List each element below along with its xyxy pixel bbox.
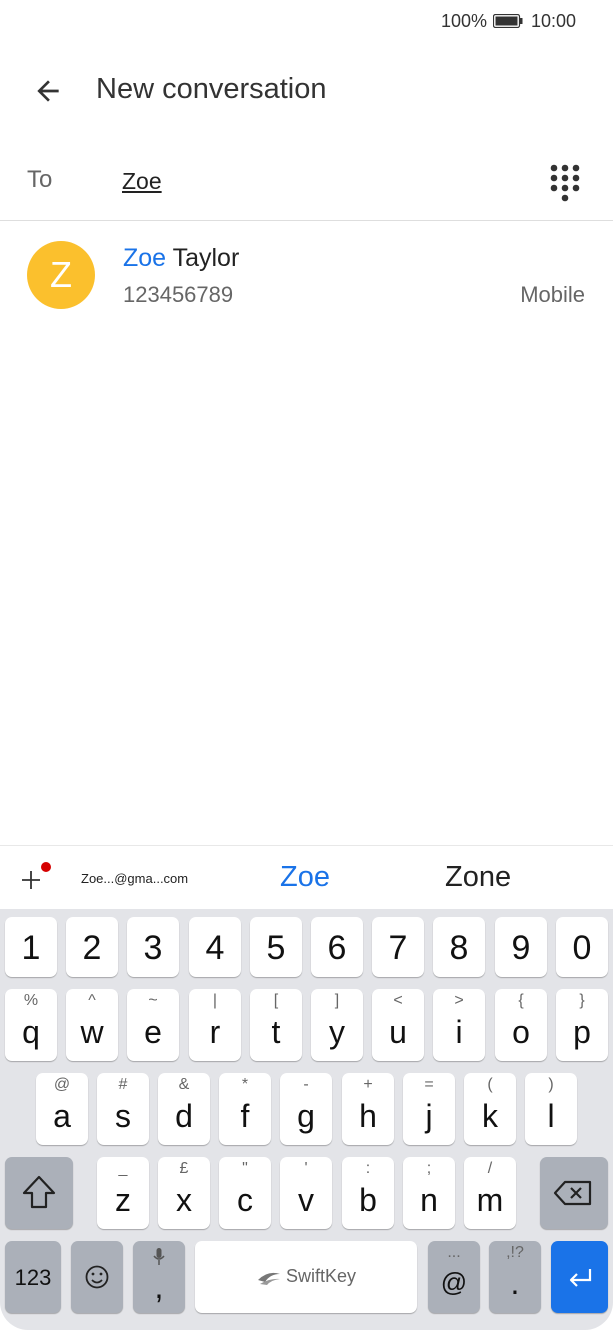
contact-number-type: Mobile: [520, 282, 585, 307]
suggestion-word-1[interactable]: Zoe: [280, 861, 330, 894]
key-4[interactable]: 4: [189, 917, 241, 977]
to-label: To: [27, 166, 53, 193]
key-2[interactable]: 2: [66, 917, 118, 977]
key-u[interactable]: < u: [372, 989, 424, 1061]
numbers-key[interactable]: 123: [5, 1241, 61, 1313]
enter-key[interactable]: [551, 1241, 608, 1313]
space-key[interactable]: SwiftKey: [195, 1241, 417, 1313]
backspace-key[interactable]: [540, 1157, 608, 1229]
battery-percentage: 100%: [441, 11, 488, 31]
key-l[interactable]: ) l: [525, 1073, 577, 1145]
key-s[interactable]: # s: [97, 1073, 149, 1145]
backspace-icon: [553, 1180, 592, 1206]
key-n[interactable]: ; n: [403, 1157, 455, 1229]
contact-name: Zoe Taylor: [123, 244, 239, 273]
back-button[interactable]: [20, 66, 76, 116]
key-k[interactable]: (k: [464, 1073, 516, 1145]
key-j[interactable]: = j: [403, 1073, 455, 1145]
dialpad-icon[interactable]: [540, 158, 590, 208]
contact-name-match: Zoe: [123, 244, 167, 272]
emoji-icon: [85, 1265, 109, 1289]
key-z[interactable]: _ z: [97, 1157, 149, 1229]
key-f[interactable]: * f: [219, 1073, 271, 1145]
back-arrow-icon: [37, 80, 59, 102]
swiftkey-logo-icon: [257, 1272, 280, 1285]
recipient-row: To: [0, 144, 613, 221]
key-0[interactable]: 0: [556, 917, 608, 977]
key-q[interactable]: % q: [5, 989, 57, 1061]
recipient-input[interactable]: [122, 164, 502, 198]
page-title: New conversation: [96, 73, 327, 105]
key-3[interactable]: 3: [127, 917, 179, 977]
app-bar: New conversation: [0, 56, 613, 126]
space-label: SwiftKey: [285, 1266, 357, 1286]
status-bar: 100% 10:00: [0, 0, 613, 44]
key-6[interactable]: 6: [311, 917, 363, 977]
shift-key[interactable]: [5, 1157, 73, 1229]
keyboard: 1 2 3 4 5 6 7 8 9 0 % q ^ w ~ e | r [t ] y < u…: [0, 909, 613, 1330]
key-i[interactable]: > i: [433, 989, 485, 1061]
key-w[interactable]: ^ w: [66, 989, 118, 1061]
key-v[interactable]: ' v: [280, 1157, 332, 1229]
suggestion-email[interactable]: Zoe...@gma...com: [81, 871, 188, 886]
key-8[interactable]: 8: [433, 917, 485, 977]
clock: 10:00: [531, 11, 577, 31]
key-p[interactable]: } p: [556, 989, 608, 1061]
key-1[interactable]: 1: [5, 917, 57, 977]
key-r[interactable]: | r: [189, 989, 241, 1061]
key-e[interactable]: ~ e: [127, 989, 179, 1061]
at-key[interactable]: ... @: [428, 1241, 480, 1313]
contact-result-item[interactable]: Z Zoe Taylor 123456789 Mobile: [0, 222, 613, 326]
shift-icon: [22, 1175, 56, 1209]
key-g[interactable]: -g: [280, 1073, 332, 1145]
contact-number: 123456789: [123, 282, 234, 307]
key-m[interactable]: / m: [464, 1157, 516, 1229]
keyboard-suggestion-bar: Zoe...@gma...com Zoe Zone: [0, 845, 613, 910]
key-y[interactable]: ] y: [311, 989, 363, 1061]
key-o[interactable]: {o: [495, 989, 547, 1061]
avatar: Z: [27, 241, 95, 309]
key-h[interactable]: + h: [342, 1073, 394, 1145]
key-b[interactable]: :b: [342, 1157, 394, 1229]
key-d[interactable]: & d: [158, 1073, 210, 1145]
contact-name-rest: Taylor: [166, 244, 240, 272]
key-7[interactable]: 7: [372, 917, 424, 977]
key-a[interactable]: @ a: [36, 1073, 88, 1145]
key-x[interactable]: £ x: [158, 1157, 210, 1229]
key-c[interactable]: " c: [219, 1157, 271, 1229]
plus-icon[interactable]: [18, 860, 58, 900]
suggestion-word-2[interactable]: Zone: [445, 861, 511, 894]
emoji-key[interactable]: [71, 1241, 123, 1313]
comma-key[interactable]: ,: [133, 1241, 185, 1313]
period-key[interactable]: ,!?.: [489, 1241, 541, 1313]
battery-icon: [493, 14, 523, 28]
microphone-icon: [153, 1248, 165, 1265]
key-t[interactable]: [t: [250, 989, 302, 1061]
key-5[interactable]: 5: [250, 917, 302, 977]
key-9[interactable]: 9: [495, 917, 547, 977]
enter-arrow-icon: [569, 1269, 592, 1287]
